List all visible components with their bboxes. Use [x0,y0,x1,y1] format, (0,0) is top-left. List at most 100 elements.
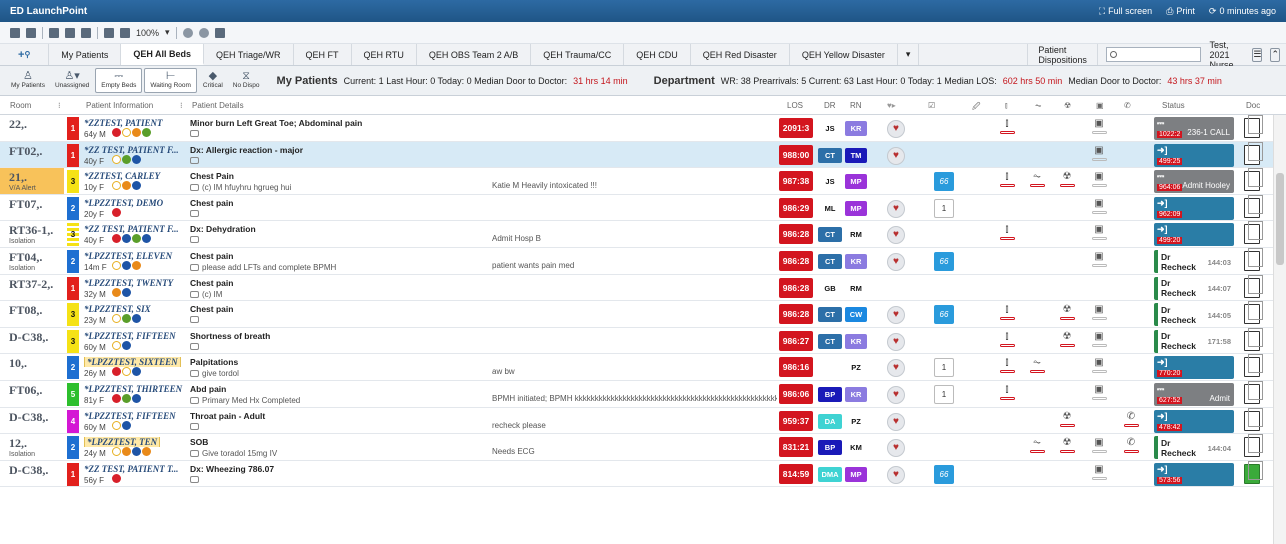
alert-icon[interactable] [112,447,121,457]
patient-name[interactable]: *LPZZTEST, DEMO [84,198,186,208]
alert-icon[interactable] [112,154,121,164]
img-icon[interactable]: ▣ [1091,305,1107,323]
doctor-badge[interactable]: JS [818,121,842,136]
orders-badge[interactable]: 66 [934,252,954,271]
status-cell[interactable]: Dr Recheck 144:07 [1154,276,1234,300]
patient-name[interactable]: *ZZ TEST, PATIENT F... [84,224,186,234]
patient-dispositions-button[interactable]: Patient Dispositions [1027,44,1098,65]
document-icon[interactable] [1244,248,1263,271]
comment[interactable]: (c) IM [190,290,222,299]
tab-qeh-obs[interactable]: QEH OBS Team 2 A/B [417,44,532,65]
alert-icon[interactable] [122,154,131,164]
nurse-badge[interactable]: MP [845,466,867,482]
alert-icon[interactable] [122,287,131,297]
ecg-icon[interactable]: ⏦ [1029,172,1045,190]
my-patients-filter-button[interactable]: ♙ My Patients [6,71,50,90]
img-icon[interactable]: ▣ [1091,119,1107,137]
alert-icon[interactable] [142,128,151,137]
rad-icon[interactable]: ☢ [1059,305,1075,323]
orders-count[interactable]: 1 [934,358,954,378]
status-cell[interactable]: Dr Recheck 171:58 [1154,329,1234,353]
patient-name[interactable]: *ZZTEST, CARLEY [84,171,186,181]
table-row[interactable]: 22,. 1 *ZZTEST, PATIENT 64y M Minor burn Lef… [0,115,1273,142]
alert-icon[interactable] [112,394,121,403]
empty-beds-button[interactable]: ⎓ Empty Beds [95,68,143,93]
nurse-badge[interactable]: PZ [845,360,867,375]
alert-icon[interactable] [122,367,131,377]
nurse-badge[interactable]: KR [845,333,867,349]
doctor-badge[interactable]: DA [818,413,842,429]
tube-icon[interactable]: ⫾ [999,331,1015,350]
table-row[interactable]: D-C38,. 1 *ZZ TEST, PATIENT T... 56y F Dx: W… [0,460,1273,488]
tube-icon[interactable]: ⫾ [999,305,1015,323]
nurse-badge[interactable]: RM [845,227,867,242]
rad-icon[interactable]: ☢ [1059,172,1075,190]
alert-icon[interactable] [122,261,131,270]
heart-icon[interactable]: ♥ [887,465,905,484]
no-dispo-filter-button[interactable]: ⧖ No Dispo [228,71,265,90]
print-button[interactable]: ⎙ Print [1166,6,1195,17]
heart-icon[interactable]: ♥ [887,332,905,351]
col-doc[interactable]: Doc [1246,101,1260,110]
phone-icon[interactable]: ✆ [1123,411,1139,430]
home-icon[interactable] [214,27,225,38]
table-row[interactable]: FT07,. 2 *LPZZTEST, DEMO 20y F Chest pain 986… [0,194,1273,222]
status-cell[interactable]: ⎓ 964:06 Admit Hooley [1154,170,1234,194]
document-icon[interactable] [1244,274,1263,298]
alert-icon[interactable] [122,234,131,244]
phone-icon[interactable]: ✆ [1123,438,1139,456]
document-icon[interactable] [1244,381,1263,404]
print-page-icon[interactable] [65,27,75,38]
alert-icon[interactable] [112,128,121,137]
document-icon[interactable] [1244,460,1263,484]
nurse-badge[interactable]: KM [845,440,867,455]
img-icon[interactable]: ▣ [1091,464,1107,483]
table-row[interactable]: 12,. Isolation 2 *LPZZTEST, TEN 24y M SOB Give… [0,434,1273,461]
status-cell[interactable]: ⎓ 1022:2 236-1 CALL [1154,117,1234,140]
alert-icon[interactable] [122,128,131,137]
table-row[interactable]: FT06,. 5 *LPZZTEST, THIRTEEN 81y F Abd pain P… [0,381,1273,408]
alert-icon[interactable] [112,287,121,297]
status-cell[interactable]: ➜] 573:56 [1154,462,1234,486]
binoculars-icon[interactable] [10,27,20,38]
img-icon[interactable]: ▣ [1091,331,1107,350]
zoom-out-icon[interactable] [120,27,130,38]
tube-icon[interactable]: ⫾ [999,385,1015,403]
zoom-in-icon[interactable] [104,27,114,38]
patient-name[interactable]: *LPZZTEST, FIFTEEN [84,411,186,421]
tab-qeh-triage[interactable]: QEH Triage/WR [204,44,294,65]
table-row[interactable]: RT37-2,. 1 *LPZZTEST, TWENTY 32y M Chest pai… [0,274,1273,302]
heart-icon[interactable]: ♥ [887,306,905,325]
table-row[interactable]: 21,. V/A Alert 3 *ZZTEST, CARLEY 10y F Chest … [0,168,1273,195]
refresh-button[interactable]: ⟳ 0 minutes ago [1209,6,1276,17]
img-icon[interactable]: ▣ [1091,225,1107,243]
user-menu[interactable]: Test, 2021 Nurse, ☰ ⌃ [1209,40,1286,70]
img-icon[interactable]: ▣ [1091,358,1107,376]
alert-icon[interactable] [142,234,151,244]
col-sort-icon[interactable]: ⁝ [180,101,183,110]
tab-qeh-red-disaster[interactable]: QEH Red Disaster [691,44,790,65]
img-icon[interactable]: ▣ [1091,252,1107,270]
col-heart-icon[interactable]: ♥▸ [887,101,896,110]
nurse-badge[interactable]: CW [845,307,867,323]
status-cell[interactable]: Dr Recheck 144:05 [1154,303,1234,327]
doctor-badge[interactable]: CT [818,147,842,163]
tab-qeh-all-beds[interactable]: QEH All Beds [121,44,205,65]
heart-icon[interactable]: ♥ [887,253,905,271]
alert-icon[interactable] [132,314,141,324]
col-dr[interactable]: DR [824,101,836,110]
alert-icon[interactable] [132,154,141,164]
waiting-room-button[interactable]: ⊢ Waiting Room [144,68,197,93]
tube-icon[interactable]: ⫾ [999,358,1015,376]
orders-count[interactable]: 1 [934,385,954,404]
col-tube-icon[interactable]: ⫾ [1005,101,1008,111]
heart-icon[interactable]: ♥ [887,439,905,458]
alert-icon[interactable] [132,181,141,191]
scrollbar[interactable] [1273,115,1286,544]
heart-icon[interactable]: ♥ [887,146,905,165]
heart-icon[interactable]: ♥ [887,199,905,218]
status-cell[interactable]: ➜] 499:20 [1154,223,1234,247]
comment[interactable]: Give toradol 15mg IV [190,449,277,458]
heart-icon[interactable]: ♥ [887,359,905,378]
table-row[interactable]: D-C38,. 3 *LPZZTEST, FIFTEEN 60y M Shortness… [0,327,1273,355]
